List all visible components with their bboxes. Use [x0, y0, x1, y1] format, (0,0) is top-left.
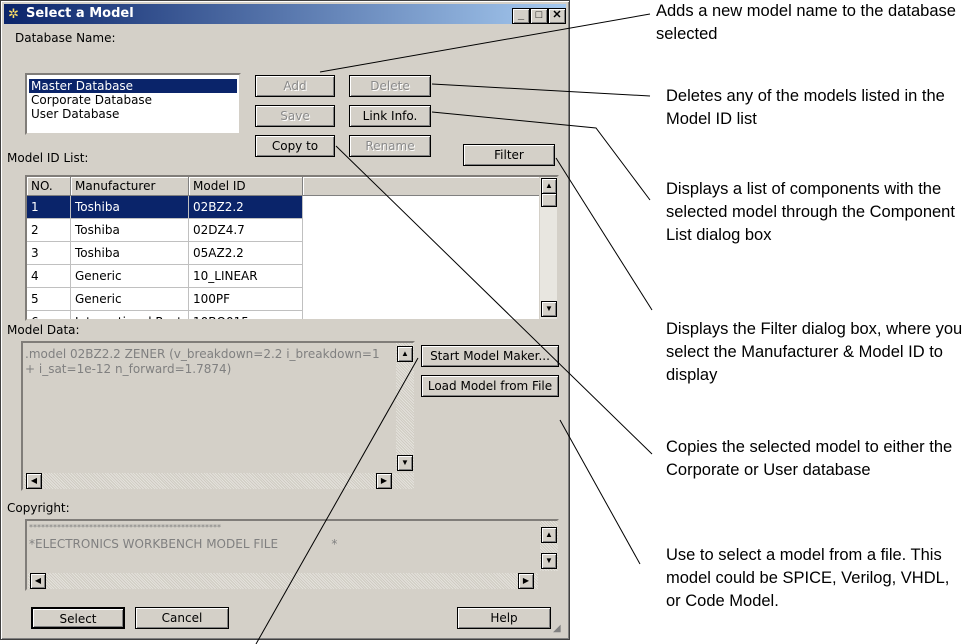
- annotation-filter: Displays the Filter dialog box, where yo…: [666, 320, 963, 384]
- callout-line-filter: [555, 157, 653, 311]
- callout-line-link-info: [431, 111, 651, 201]
- callout-line-load: [559, 419, 641, 565]
- annotation-copy-to: Copies the selected model to either the …: [666, 438, 953, 479]
- callout-line-start-model-maker: [255, 357, 419, 644]
- annotation-add: Adds a new model name to the database se…: [656, 2, 956, 43]
- annotation-load: Use to select a model from a file. This …: [666, 546, 950, 610]
- annotation-link-info: Displays a list of components with the s…: [666, 180, 955, 244]
- callout-line-delete: [431, 83, 651, 97]
- callout-line-add: [319, 13, 651, 73]
- annotation-delete: Deletes any of the models listed in the …: [666, 87, 945, 128]
- callout-line-copy-to: [335, 145, 653, 455]
